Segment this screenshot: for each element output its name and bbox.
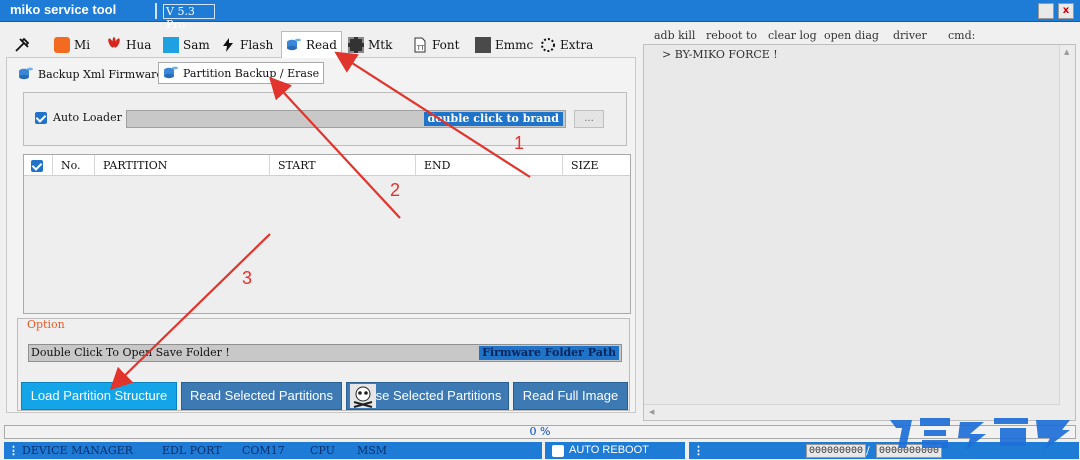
- auto-reboot-checkbox[interactable]: [552, 445, 564, 457]
- tab-emmc[interactable]: Emmc: [475, 33, 533, 57]
- tab-label: Sam: [183, 38, 210, 52]
- tab-font[interactable]: TT Font: [412, 33, 459, 57]
- tab-label: Flash: [240, 38, 274, 52]
- chip-icon: [348, 37, 364, 53]
- tab-mi[interactable]: Mi: [54, 33, 90, 57]
- col-start[interactable]: START: [270, 155, 416, 176]
- msm-value: MSM: [357, 444, 388, 457]
- huawei-icon: [108, 37, 120, 48]
- log-line: > BY-MIKO FORCE !: [662, 48, 778, 61]
- xiaomi-icon: [54, 37, 70, 53]
- database-icon: [287, 38, 301, 51]
- console-log[interactable]: > BY-MIKO FORCE ! ▲ ◀: [643, 44, 1076, 421]
- tab-extra[interactable]: Extra: [540, 33, 593, 57]
- minimize-button[interactable]: [1038, 3, 1054, 19]
- database-icon: [164, 66, 178, 79]
- annotation-number: 3: [242, 268, 253, 288]
- col-partition[interactable]: PARTITION: [95, 155, 270, 176]
- emmc-chip-icon: [475, 37, 491, 53]
- tab-flash[interactable]: Flash: [220, 33, 273, 57]
- title-bar: miko service tool V 5.3 Pro x: [0, 0, 1080, 31]
- option-title: Option: [27, 318, 65, 331]
- select-all-checkbox[interactable]: [31, 160, 43, 172]
- app-title: miko service tool: [10, 2, 117, 17]
- tab-label: Emmc: [495, 38, 534, 52]
- open-diag-button[interactable]: open diag: [824, 29, 879, 42]
- save-folder-text: Double Click To Open Save Folder !: [31, 346, 230, 359]
- watermark-logo: [890, 418, 1070, 450]
- brand-button[interactable]: double click to brand: [423, 112, 563, 126]
- samsung-icon: [163, 37, 179, 53]
- database-icon: [19, 67, 33, 80]
- select-all-cell[interactable]: [24, 155, 53, 176]
- extra-icon: [541, 38, 555, 52]
- subtab-label: Partition Backup / Erase: [183, 66, 320, 80]
- subtab-backup-xml[interactable]: Backup Xml Firmware: [18, 63, 163, 85]
- tab-read[interactable]: Read: [281, 31, 342, 58]
- tab-label: Hua: [126, 38, 152, 52]
- subtab-label: Backup Xml Firmware: [38, 67, 163, 81]
- read-full-image-button[interactable]: Read Full Image: [513, 382, 628, 410]
- tab-hua[interactable]: Hua: [106, 33, 151, 57]
- tab-tools[interactable]: [14, 33, 30, 57]
- svg-text:TT: TT: [416, 45, 425, 52]
- device-manager-label[interactable]: DEVICE MANAGER: [22, 443, 133, 458]
- auto-loader-checkbox[interactable]: [35, 112, 47, 124]
- clear-log-button[interactable]: clear log: [768, 29, 817, 42]
- vertical-scrollbar[interactable]: ▲: [1059, 45, 1075, 420]
- subtab-partition-backup[interactable]: Partition Backup / Erase: [158, 62, 325, 84]
- auto-reboot-label: AUTO REBOOT: [569, 444, 649, 456]
- title-divider: [155, 3, 157, 19]
- driver-button[interactable]: driver: [893, 29, 927, 42]
- col-no[interactable]: No.: [53, 155, 95, 176]
- tab-sam[interactable]: Sam: [163, 33, 210, 57]
- tab-mtk[interactable]: Mtk: [348, 33, 392, 57]
- tab-label: Mtk: [368, 38, 393, 52]
- close-button[interactable]: x: [1058, 3, 1074, 19]
- brand-field[interactable]: double click to brand: [126, 110, 566, 128]
- reboot-to-button[interactable]: reboot to: [706, 29, 757, 42]
- counter-a: 000000000: [806, 444, 867, 458]
- col-size[interactable]: SIZE: [563, 155, 630, 176]
- table-header: No. PARTITION START END SIZE: [24, 155, 630, 176]
- counter-separator: /: [866, 444, 870, 457]
- tab-label: Mi: [74, 38, 91, 52]
- edl-port-label: EDL PORT: [162, 444, 222, 457]
- auto-loader-label: Auto Loader: [53, 111, 122, 124]
- read-selected-partitions-button[interactable]: Read Selected Partitions: [181, 382, 342, 410]
- cpu-label: CPU: [310, 444, 335, 457]
- browse-button[interactable]: ...: [574, 110, 604, 128]
- firmware-folder-path-button[interactable]: Firmware Folder Path: [479, 346, 619, 360]
- progress-text: 0 %: [529, 425, 551, 438]
- save-folder-field[interactable]: Double Click To Open Save Folder ! Firmw…: [28, 344, 622, 362]
- grip-icon: ⋮: [693, 444, 704, 457]
- font-file-icon: TT: [414, 37, 426, 53]
- annotation-number: 2: [390, 180, 401, 200]
- adb-kill-button[interactable]: adb kill: [654, 29, 695, 42]
- tab-label: Font: [432, 38, 460, 52]
- version-label: V 5.3 Pro: [163, 4, 215, 31]
- partition-table[interactable]: No. PARTITION START END SIZE: [23, 154, 631, 314]
- skull-icon: [350, 384, 376, 408]
- cmd-button[interactable]: cmd:: [948, 29, 975, 42]
- com-port-value: COM17: [242, 444, 285, 457]
- scroll-up-icon[interactable]: ▲: [1064, 48, 1069, 56]
- tab-label: Extra: [560, 38, 594, 52]
- tab-label: Read: [306, 38, 337, 52]
- grip-icon: ⋮: [8, 444, 19, 457]
- load-partition-structure-button[interactable]: Load Partition Structure: [21, 382, 177, 410]
- console-toolbar: adb kill reboot to clear log open diag d…: [643, 28, 1080, 44]
- col-end[interactable]: END: [416, 155, 563, 176]
- scroll-left-icon[interactable]: ◀: [649, 408, 654, 416]
- lightning-icon: [223, 38, 233, 52]
- annotation-number: 1: [514, 133, 525, 153]
- tools-icon: [15, 37, 30, 52]
